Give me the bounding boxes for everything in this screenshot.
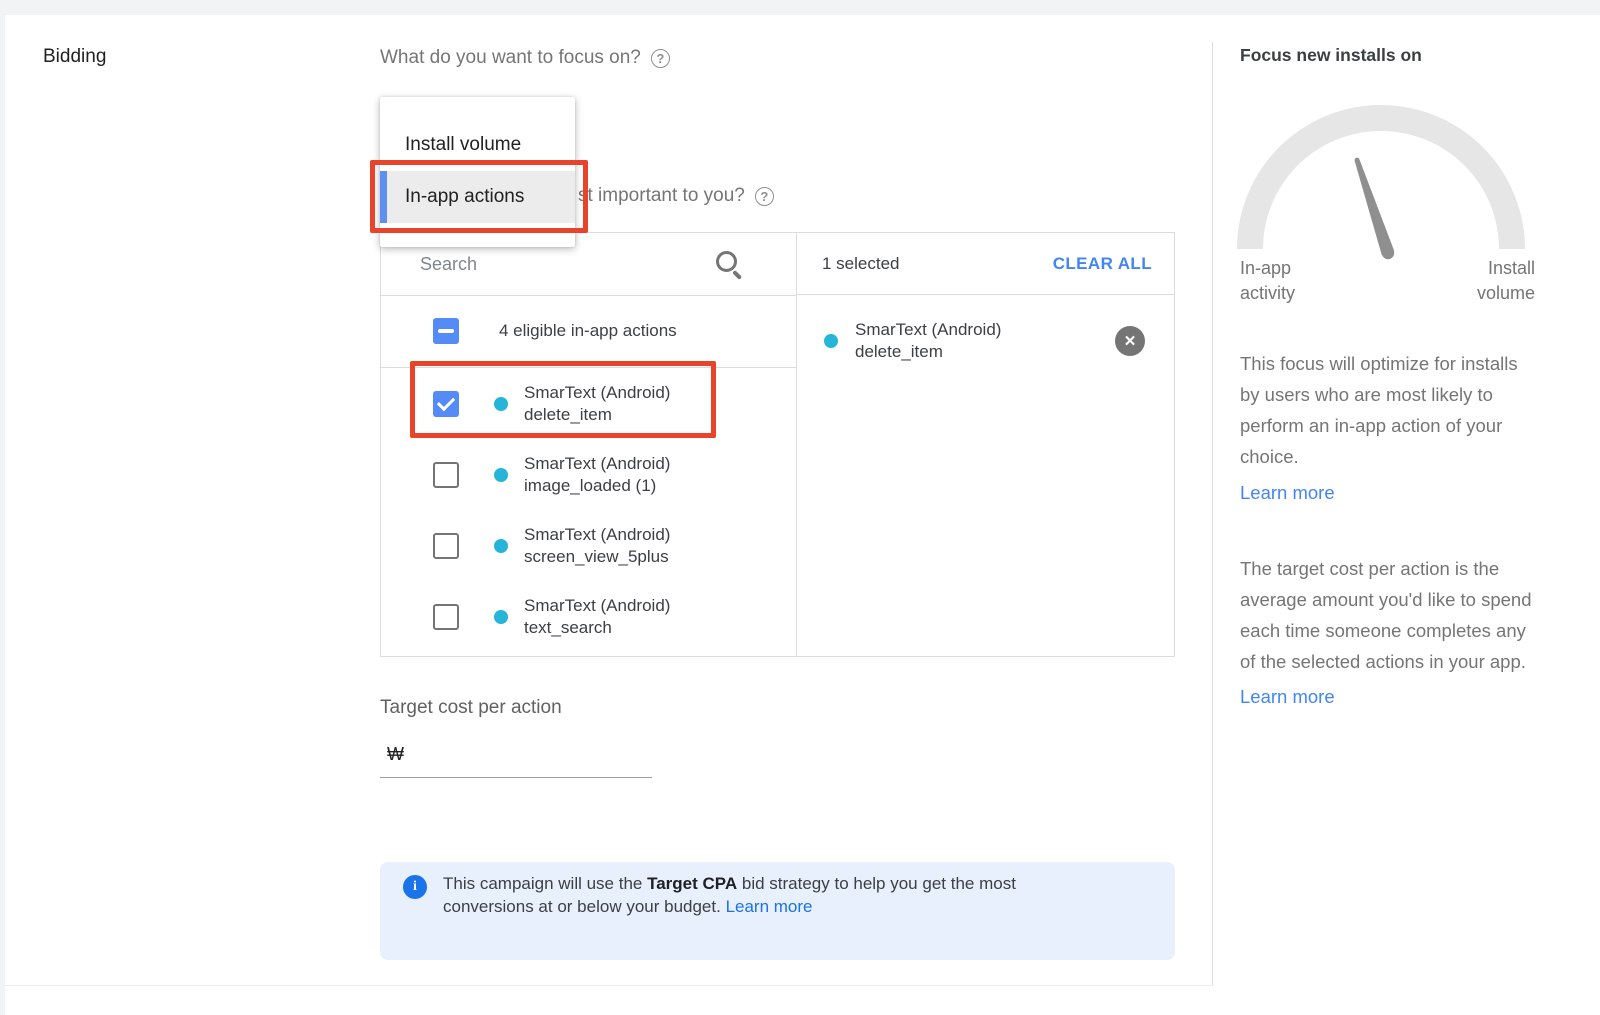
gauge-label-line: Install: [1488, 258, 1535, 278]
action-app: SmarText (Android): [524, 383, 670, 402]
banner-learn-more-link[interactable]: Learn more: [726, 897, 813, 916]
selected-item-action: delete_item: [855, 342, 943, 361]
action-row-delete-item[interactable]: SmarText (Android) delete_item: [381, 368, 796, 439]
gauge-needle: [1355, 159, 1395, 255]
input-underline: [380, 777, 652, 778]
selected-count: 1 selected: [822, 254, 900, 274]
focus-dropdown-menu: Install volume In-app actions: [380, 97, 575, 247]
clear-all-button[interactable]: CLEAR ALL: [1053, 254, 1152, 274]
remove-selected-icon[interactable]: ✕: [1115, 326, 1145, 356]
action-checkbox[interactable]: [433, 391, 459, 417]
selected-item-app: SmarText (Android): [855, 320, 1001, 339]
action-app: SmarText (Android): [524, 454, 670, 473]
focus-question: What do you want to focus on? ?: [380, 47, 670, 69]
sidebar-learn-more-link-1[interactable]: Learn more: [1240, 482, 1335, 504]
in-app-actions-question-label: st important to you?: [578, 185, 745, 207]
page-left-strip: [0, 0, 5, 1015]
action-checkbox[interactable]: [433, 462, 459, 488]
currency-symbol: ₩: [387, 744, 404, 765]
info-icon: i: [403, 875, 427, 899]
action-app: SmarText (Android): [524, 596, 670, 615]
eligible-actions-group-row[interactable]: 4 eligible in-app actions: [381, 295, 796, 368]
action-row-text-search[interactable]: SmarText (Android) text_search: [381, 581, 796, 652]
gauge-label-line: In-app: [1240, 258, 1291, 278]
action-label: SmarText (Android) screen_view_5plus: [524, 524, 670, 568]
banner-bold: Target CPA: [647, 874, 737, 893]
in-app-actions-question: st important to you? ?: [578, 185, 774, 207]
sidebar-paragraph-focus: This focus will optimize for installs by…: [1240, 348, 1542, 472]
page-top-strip: [0, 0, 1600, 15]
banner-prefix: This campaign will use the: [443, 874, 647, 893]
selected-item: SmarText (Android) delete_item ✕: [797, 295, 1175, 363]
sidebar-title: Focus new installs on: [1240, 45, 1422, 66]
selected-header-row: 1 selected CLEAR ALL: [797, 233, 1174, 295]
action-name: image_loaded (1): [524, 476, 656, 495]
action-name: screen_view_5plus: [524, 547, 669, 566]
group-checkbox[interactable]: [433, 318, 459, 344]
action-row-screen-view-5plus[interactable]: SmarText (Android) screen_view_5plus: [381, 510, 796, 581]
picker-available-column: 4 eligible in-app actions SmarText (Andr…: [381, 233, 796, 656]
target-cpa-label: Target cost per action: [380, 697, 562, 719]
bid-strategy-banner: i This campaign will use the Target CPA …: [380, 862, 1175, 960]
banner-text: This campaign will use the Target CPA bi…: [443, 872, 1098, 918]
section-title: Bidding: [43, 46, 106, 68]
action-label: SmarText (Android) image_loaded (1): [524, 453, 670, 497]
gauge-label-in-app-activity: In-app activity: [1240, 256, 1295, 306]
search-icon: [714, 249, 744, 279]
sidebar-learn-more-link-2[interactable]: Learn more: [1240, 686, 1335, 708]
action-label: SmarText (Android) delete_item: [524, 382, 670, 426]
help-icon[interactable]: ?: [755, 187, 774, 206]
gauge-label-line: activity: [1240, 283, 1295, 303]
action-label: SmarText (Android) text_search: [524, 595, 670, 639]
help-icon[interactable]: ?: [651, 49, 670, 68]
sidebar-paragraph-target-cpa: The target cost per action is the averag…: [1240, 553, 1542, 677]
dropdown-option-install-volume[interactable]: Install volume: [380, 119, 575, 171]
dropdown-option-label: Install volume: [405, 134, 521, 156]
section-bottom-divider: [5, 985, 1213, 986]
sidebar-divider: [1212, 42, 1213, 986]
conversion-dot-icon: [494, 539, 508, 553]
focus-gauge: [1237, 90, 1525, 262]
target-cpa-field: ₩: [387, 742, 644, 765]
bidding-settings-page: Bidding What do you want to focus on? ? …: [0, 0, 1600, 1015]
dropdown-option-in-app-actions[interactable]: In-app actions: [380, 171, 575, 223]
target-cpa-input[interactable]: [410, 742, 644, 765]
group-label: 4 eligible in-app actions: [499, 321, 677, 341]
in-app-actions-picker: 4 eligible in-app actions SmarText (Andr…: [380, 232, 1175, 657]
picker-selected-column: 1 selected CLEAR ALL SmarText (Android) …: [796, 233, 1174, 656]
conversion-dot-icon: [824, 334, 838, 348]
selected-item-label: SmarText (Android) delete_item: [855, 319, 1001, 363]
action-name: delete_item: [524, 405, 612, 424]
action-checkbox[interactable]: [433, 604, 459, 630]
search-input[interactable]: [418, 253, 712, 276]
conversion-dot-icon: [494, 397, 508, 411]
conversion-dot-icon: [494, 610, 508, 624]
dropdown-option-label: In-app actions: [405, 186, 524, 208]
action-name: text_search: [524, 618, 612, 637]
action-row-image-loaded[interactable]: SmarText (Android) image_loaded (1): [381, 439, 796, 510]
focus-question-label: What do you want to focus on?: [380, 47, 641, 69]
action-checkbox[interactable]: [433, 533, 459, 559]
gauge-label-line: volume: [1477, 283, 1535, 303]
conversion-dot-icon: [494, 468, 508, 482]
gauge-label-install-volume: Install volume: [1440, 256, 1535, 306]
selected-option-bar: [380, 171, 387, 223]
action-app: SmarText (Android): [524, 525, 670, 544]
